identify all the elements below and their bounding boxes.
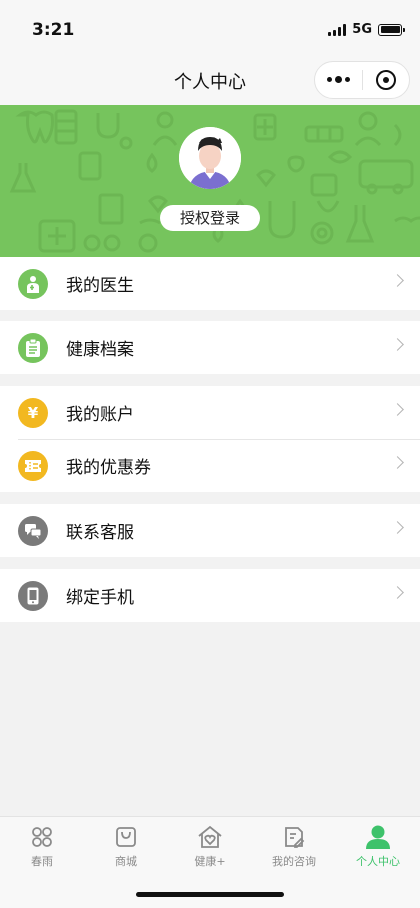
- chevron-right-icon: [391, 456, 404, 469]
- network-label: 5G: [352, 22, 372, 37]
- menu-item-label: 我的账户: [66, 405, 134, 425]
- menu-group-finance: ¥ 我的账户 我的优惠券: [0, 386, 420, 492]
- coupon-icon: [18, 450, 48, 481]
- tab-label: 个人中心: [356, 855, 400, 868]
- profile-banner: 授权登录: [0, 105, 420, 257]
- clipboard-icon: [18, 332, 48, 363]
- authorize-login-button[interactable]: 授权登录: [160, 205, 260, 231]
- menu-item-label: 我的医生: [66, 276, 134, 296]
- close-miniprogram-button[interactable]: [362, 70, 409, 90]
- menu-group-health: 健康档案: [0, 321, 420, 374]
- clover-icon: [0, 823, 84, 851]
- doctor-icon: [18, 268, 48, 299]
- menu-item-label: 绑定手机: [66, 588, 134, 608]
- tab-chunyu[interactable]: 春雨: [0, 823, 84, 869]
- menu-item-health-record[interactable]: 健康档案: [0, 321, 420, 374]
- battery-icon: [378, 23, 405, 36]
- chevron-right-icon: [391, 586, 404, 599]
- default-avatar-image: [179, 127, 241, 189]
- home-heart-icon: [168, 823, 252, 851]
- shopping-bag-icon: [84, 823, 168, 851]
- menu-item-label: 我的优惠券: [66, 458, 151, 478]
- chevron-right-icon: [391, 403, 404, 416]
- screen: 3:21 5G 个人中心 授权登录 我的医生 健康档案 ¥ 我的账户 我的优惠券…: [0, 0, 420, 908]
- phone-icon: [18, 580, 48, 611]
- menu-item-label: 联系客服: [66, 523, 134, 543]
- menu-item-my-doctor[interactable]: 我的医生: [0, 257, 420, 310]
- yen-icon: ¥: [18, 397, 48, 428]
- header: 3:21 5G 个人中心: [0, 0, 420, 105]
- chevron-right-icon: [391, 521, 404, 534]
- tab-label: 商城: [115, 855, 137, 868]
- avatar[interactable]: [179, 127, 241, 189]
- menu-item-my-account[interactable]: ¥ 我的账户: [0, 386, 420, 439]
- status-icons: 5G: [328, 22, 405, 37]
- menu-item-bind-phone[interactable]: 绑定手机: [0, 569, 420, 622]
- more-options-button[interactable]: [315, 76, 362, 83]
- tab-label: 春雨: [31, 855, 53, 868]
- menu-item-customer-service[interactable]: 联系客服: [0, 504, 420, 557]
- user-icon: [336, 823, 420, 851]
- tab-my-consult[interactable]: 我的咨询: [252, 823, 336, 869]
- signal-icon: [328, 23, 347, 36]
- tab-label: 健康+: [194, 855, 226, 868]
- menu-group-phone: 绑定手机: [0, 569, 420, 622]
- menu-group-service: 联系客服: [0, 504, 420, 557]
- chevron-right-icon: [391, 338, 404, 351]
- status-time: 3:21: [32, 20, 75, 40]
- tab-personal-center[interactable]: 个人中心: [336, 823, 420, 869]
- tab-label: 我的咨询: [272, 855, 316, 868]
- chat-bubbles-icon: [18, 515, 48, 546]
- document-edit-icon: [252, 823, 336, 851]
- menu-group-doctor: 我的医生: [0, 257, 420, 310]
- menu-item-my-coupons[interactable]: 我的优惠券: [0, 439, 420, 492]
- menu-item-label: 健康档案: [66, 340, 134, 360]
- chevron-right-icon: [391, 274, 404, 287]
- tab-mall[interactable]: 商城: [84, 823, 168, 869]
- tab-health-plus[interactable]: 健康+: [168, 823, 252, 869]
- home-indicator[interactable]: [136, 892, 284, 897]
- miniprogram-capsule: [314, 61, 410, 99]
